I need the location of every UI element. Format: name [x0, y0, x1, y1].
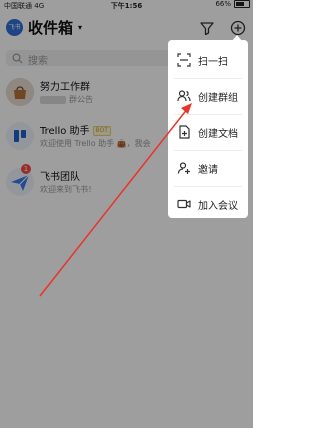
inbox-screen: 中国联通 4G 下午1:56 66% 飞书 收件箱 ▾ 搜索 努力工作群 群公告… — [0, 0, 253, 428]
annotation-arrow — [39, 103, 192, 297]
arrow-head — [181, 103, 192, 114]
arrow-shaft — [39, 107, 189, 297]
